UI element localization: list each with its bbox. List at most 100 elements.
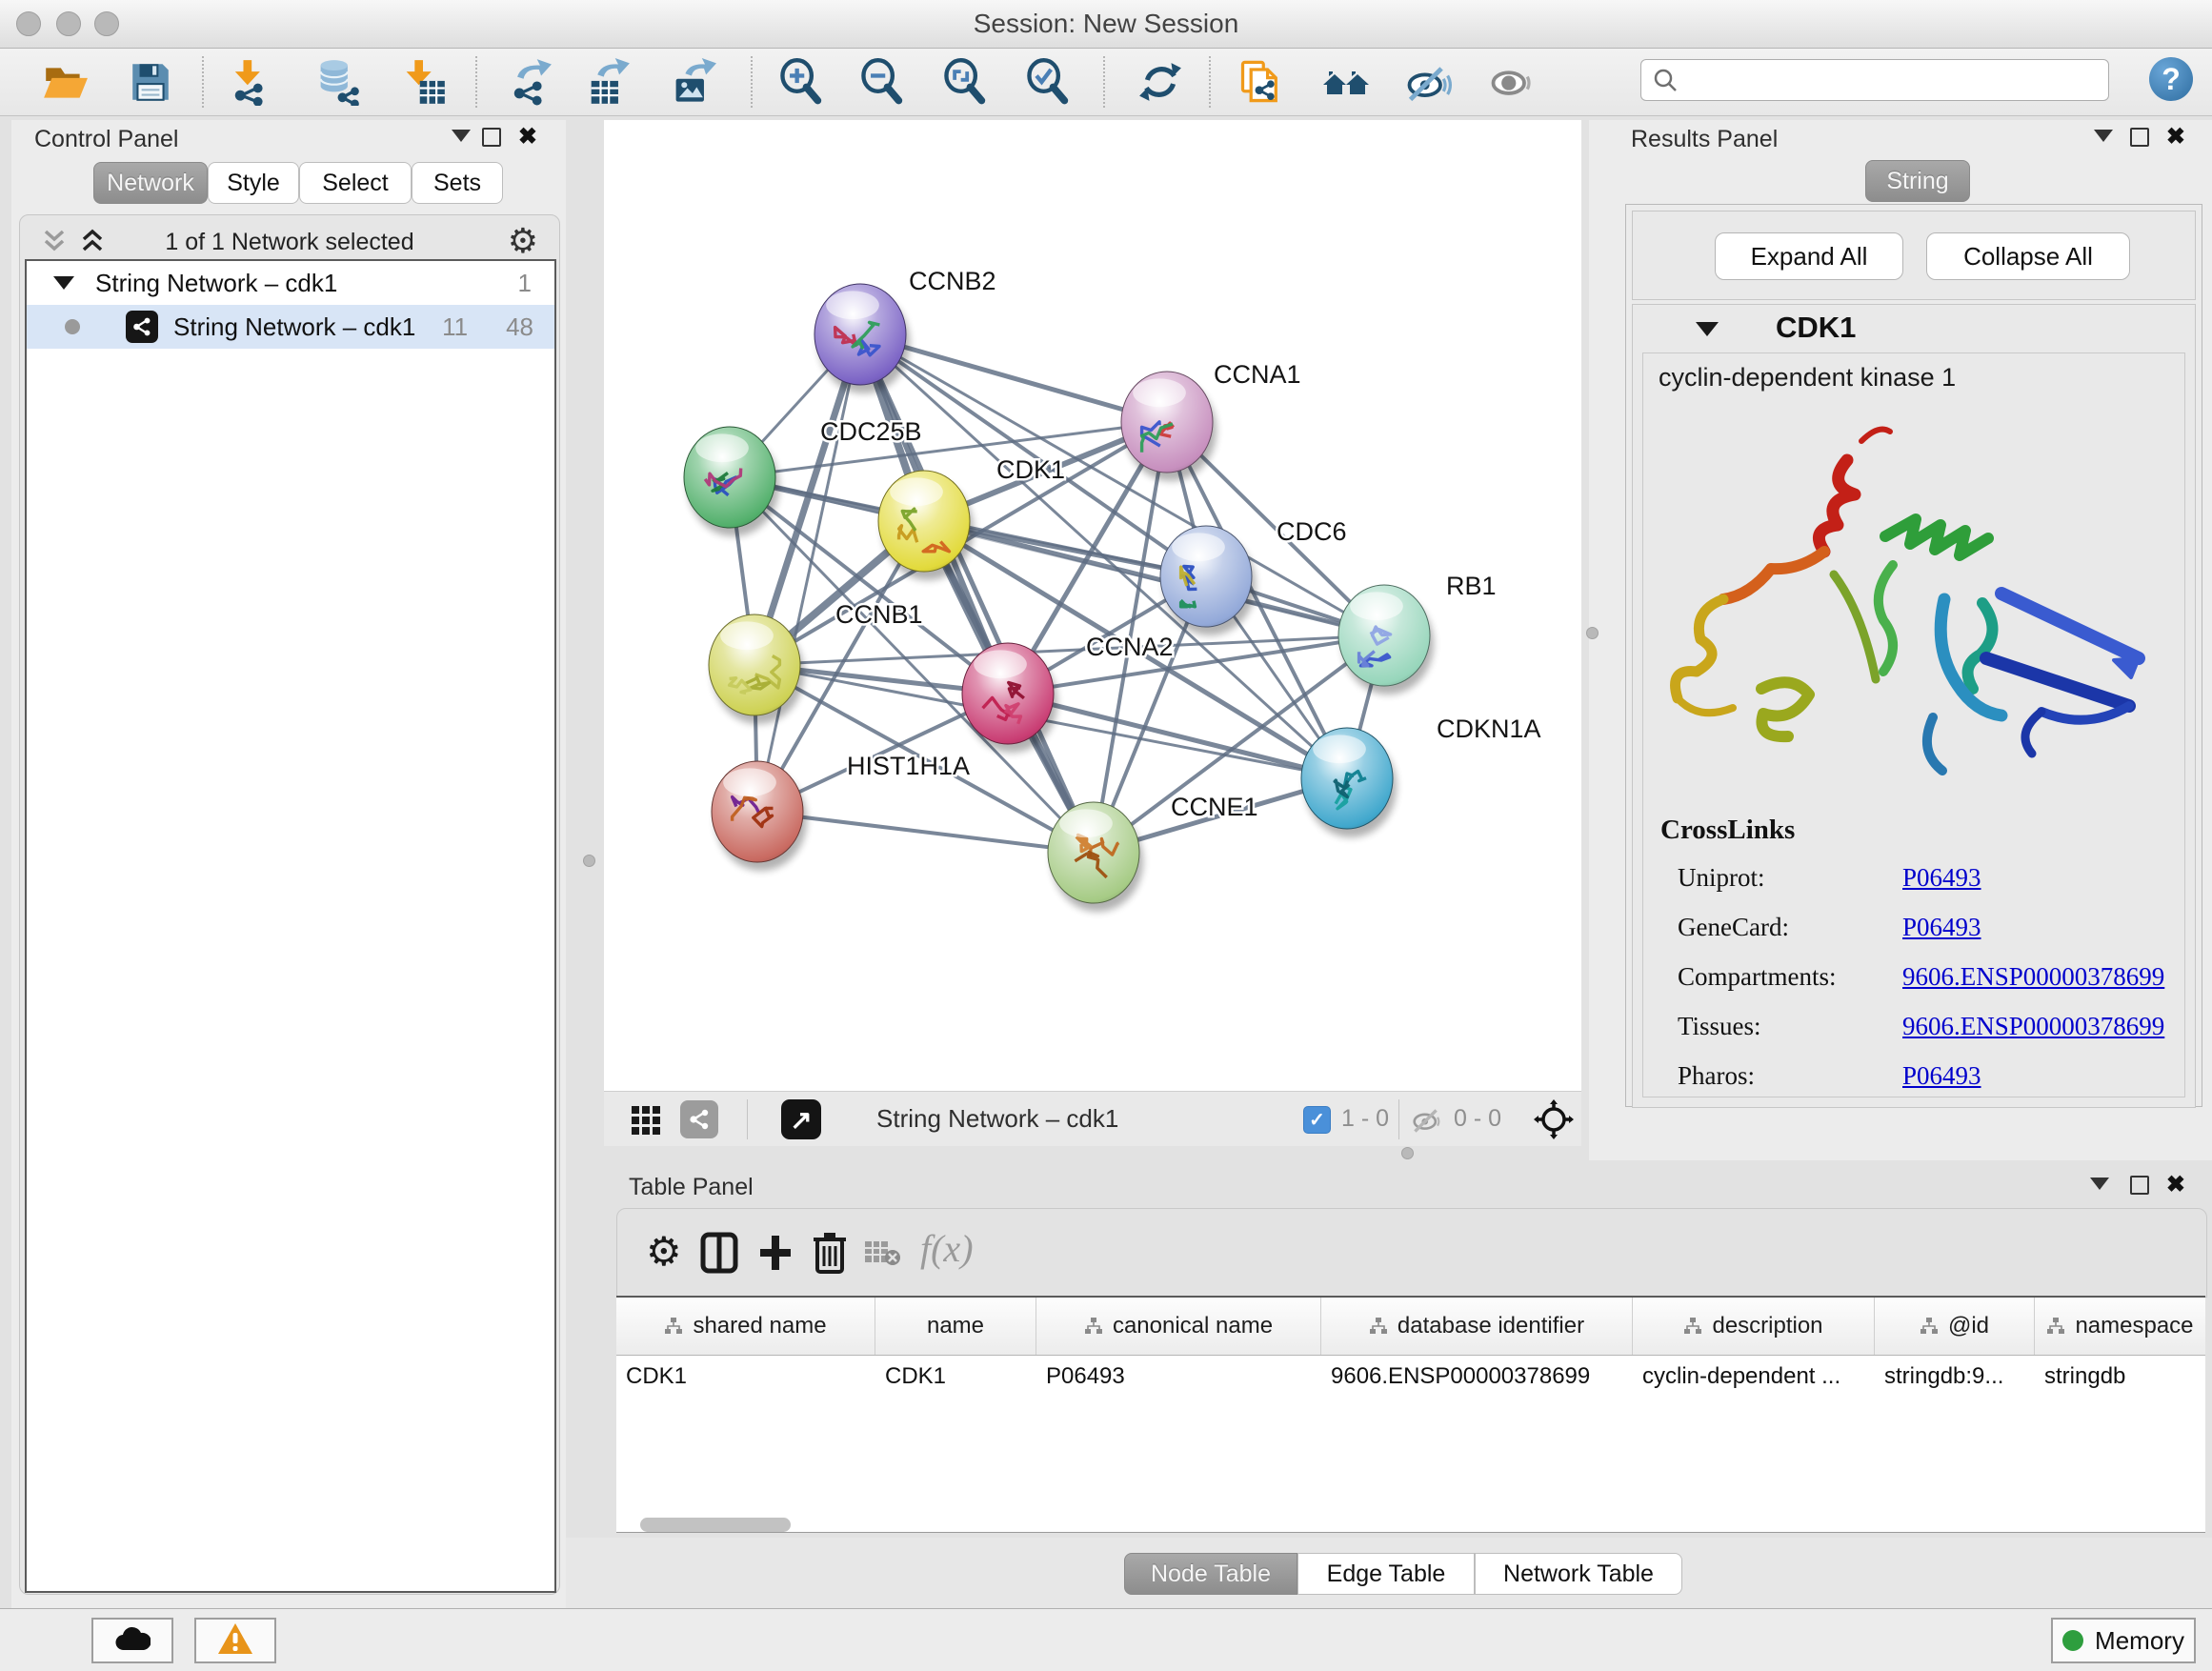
tab-network-table[interactable]: Network Table <box>1475 1553 1682 1595</box>
search-input[interactable] <box>1687 66 2091 94</box>
zoom-out-icon[interactable] <box>852 54 913 110</box>
column-header-shared-name[interactable]: shared name <box>616 1298 875 1355</box>
crosslinks-list: Uniprot:P06493GeneCard:P06493Compartment… <box>1678 853 2173 1097</box>
right-splitter-handle[interactable] <box>1586 627 1599 639</box>
collection-expand-icon[interactable] <box>53 276 74 290</box>
control-panel-close-icon[interactable]: ✖ <box>518 128 537 147</box>
network-node-CCNA1[interactable] <box>1121 372 1217 481</box>
import-network-from-database-icon[interactable] <box>307 54 368 110</box>
open-in-window-icon[interactable]: ↗ <box>781 1099 821 1139</box>
table-panel-float-icon[interactable] <box>2130 1176 2149 1195</box>
network-edges[interactable] <box>730 334 1384 853</box>
network-collection-row[interactable]: String Network – cdk1 1 <box>27 261 554 305</box>
open-session-icon[interactable] <box>34 54 95 110</box>
bottom-splitter-handle[interactable] <box>1401 1147 1414 1159</box>
delete-columns-trash-icon[interactable] <box>812 1230 848 1278</box>
collapse-all-button[interactable]: Collapse All <box>1926 232 2130 280</box>
import-network-from-file-icon[interactable] <box>219 54 280 110</box>
network-node-CCNA2[interactable] <box>962 643 1057 753</box>
left-splitter-handle[interactable] <box>583 855 595 867</box>
tab-sets[interactable]: Sets <box>412 162 503 204</box>
fit-content-crosshair-icon[interactable] <box>1534 1099 1574 1139</box>
column-header-database-identifier[interactable]: database identifier <box>1321 1298 1633 1355</box>
crosslink-value-link[interactable]: 9606.ENSP00000378699 <box>1902 1012 2164 1041</box>
results-panel-collapse-icon[interactable] <box>2094 130 2113 142</box>
toolbar-separator <box>1103 56 1105 108</box>
crosslink-value-link[interactable]: P06493 <box>1902 863 1981 893</box>
table-cell[interactable]: CDK1 <box>616 1356 875 1398</box>
network-node-RB1[interactable] <box>1338 585 1434 695</box>
show-all-icon[interactable] <box>1481 54 1542 110</box>
tab-edge-table[interactable]: Edge Table <box>1297 1553 1475 1595</box>
column-header--id[interactable]: @id <box>1875 1298 2035 1355</box>
network-options-gear-icon[interactable]: ⚙ <box>508 221 538 261</box>
tab-string[interactable]: String <box>1865 160 1970 202</box>
table-row[interactable]: CDK1CDK1P064939606.ENSP00000378699cyclin… <box>616 1356 2205 1398</box>
network-canvas[interactable]: CCNB2CCNA1CDC25BCDK1CDC6RB1CCNB1CCNA2CDK… <box>604 120 1581 1091</box>
network-node-CDC25B[interactable] <box>684 427 779 536</box>
expand-all-button[interactable]: Expand All <box>1715 232 1903 280</box>
table-panel-collapse-icon[interactable] <box>2090 1178 2109 1190</box>
save-session-icon[interactable] <box>120 54 181 110</box>
crosslink-value-link[interactable]: P06493 <box>1902 1061 1981 1091</box>
export-image-icon[interactable] <box>662 54 723 110</box>
selected-checkbox-icon[interactable]: ✓ <box>1303 1106 1331 1134</box>
clone-network-icon[interactable] <box>1230 54 1291 110</box>
table-panel-close-icon[interactable]: ✖ <box>2166 1176 2185 1195</box>
table-cell[interactable]: stringdb:9... <box>1875 1356 2035 1398</box>
title-bar: Session: New Session <box>0 0 2212 49</box>
tab-style[interactable]: Style <box>208 162 299 204</box>
tab-network[interactable]: Network <box>93 162 208 204</box>
network-row[interactable]: String Network – cdk1 11 48 <box>27 305 554 349</box>
table-horizontal-scrollbar[interactable] <box>616 1515 2205 1536</box>
zoom-fit-icon[interactable] <box>935 54 995 110</box>
crosslink-value-link[interactable]: P06493 <box>1902 913 1981 942</box>
network-graph[interactable]: CCNB2CCNA1CDC25BCDK1CDC6RB1CCNB1CCNA2CDK… <box>604 120 1581 1091</box>
column-header-namespace[interactable]: namespace <box>2035 1298 2205 1355</box>
export-table-icon[interactable] <box>576 54 637 110</box>
network-node-CCNB2[interactable] <box>814 284 910 393</box>
column-header-canonical-name[interactable]: canonical name <box>1036 1298 1321 1355</box>
import-table-from-file-icon[interactable] <box>392 54 453 110</box>
crosslink-value-link[interactable]: 9606.ENSP00000378699 <box>1902 962 2164 992</box>
tab-select[interactable]: Select <box>299 162 412 204</box>
create-column-icon[interactable] <box>756 1232 794 1278</box>
network-node-CCNE1[interactable] <box>1048 802 1143 912</box>
control-panel-float-icon[interactable] <box>482 128 501 147</box>
cloud-status-button[interactable] <box>91 1618 173 1663</box>
control-panel-collapse-icon[interactable] <box>452 130 471 142</box>
warning-status-button[interactable] <box>194 1618 276 1663</box>
network-node-HIST1H1A[interactable] <box>712 761 807 871</box>
zoom-in-icon[interactable] <box>771 54 832 110</box>
help-button[interactable]: ? <box>2149 57 2193 101</box>
column-header-name[interactable]: name <box>875 1298 1036 1355</box>
table-cell[interactable]: cyclin-dependent ... <box>1633 1356 1875 1398</box>
table-cell[interactable]: P06493 <box>1036 1356 1321 1398</box>
tab-node-table[interactable]: Node Table <box>1124 1553 1297 1595</box>
zoom-selected-icon[interactable] <box>1017 54 1078 110</box>
results-panel-float-icon[interactable] <box>2130 128 2149 147</box>
column-header-description[interactable]: description <box>1633 1298 1875 1355</box>
table-cell[interactable]: stringdb <box>2035 1356 2205 1398</box>
search-box[interactable] <box>1640 59 2109 101</box>
memory-button[interactable]: Memory <box>2051 1618 2196 1663</box>
warning-icon <box>216 1621 254 1661</box>
network-node-CDKN1A[interactable] <box>1301 728 1397 837</box>
gene-collapse-icon[interactable] <box>1696 322 1719 336</box>
hide-selected-icon[interactable] <box>1398 54 1458 110</box>
table-cell[interactable]: 9606.ENSP00000378699 <box>1321 1356 1633 1398</box>
apply-layout-icon[interactable] <box>1130 54 1191 110</box>
birds-eye-view-icon[interactable] <box>629 1102 663 1137</box>
hidden-eye-icon[interactable] <box>1410 1103 1444 1136</box>
results-panel-close-icon[interactable]: ✖ <box>2166 128 2185 147</box>
control-panel-title: Control Panel <box>34 126 178 153</box>
table-cell[interactable]: CDK1 <box>875 1356 1036 1398</box>
network-node-CDC6[interactable] <box>1160 526 1256 635</box>
network-overview-icon[interactable] <box>680 1100 718 1138</box>
network-node-CDK1[interactable] <box>878 471 974 580</box>
first-neighbors-icon[interactable] <box>1316 54 1377 110</box>
show-columns-icon[interactable] <box>699 1232 739 1278</box>
scrollbar-thumb[interactable] <box>640 1518 791 1532</box>
export-network-icon[interactable] <box>498 54 559 110</box>
table-options-gear-icon[interactable]: ⚙ <box>646 1230 682 1274</box>
